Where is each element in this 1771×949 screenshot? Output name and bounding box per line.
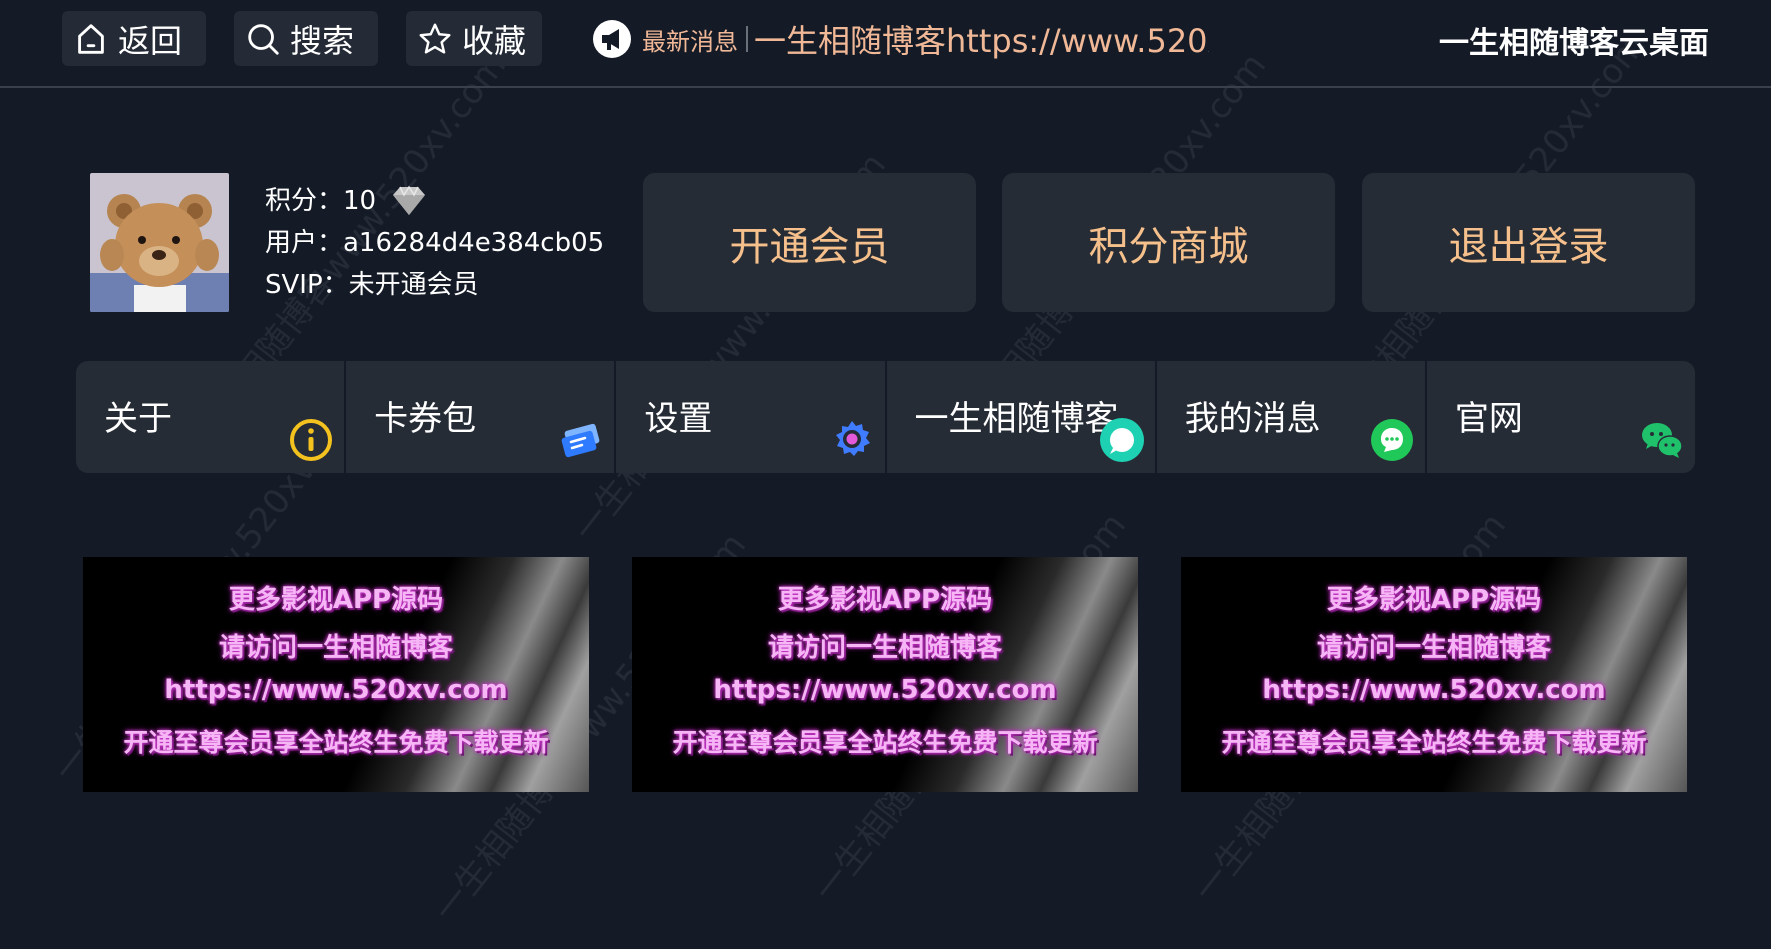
banner-line: 更多影视APP源码 [777, 585, 993, 615]
points-text: 积分：10 [265, 186, 377, 216]
back-button[interactable]: 返回 [62, 11, 206, 66]
banner-line: 开通至尊会员享全站终生免费下载更新 [1221, 728, 1647, 757]
home-icon [78, 23, 104, 54]
user-info: 积分：10 用户：a16284d4e384cb05 SVIP：未开通会员 [265, 180, 604, 306]
app-title: 一生相随博客云桌面 [1439, 26, 1709, 61]
menu-item-label: 关于 [104, 399, 172, 439]
news-text: 一生相随博客https://www.520xv.com [754, 22, 1209, 60]
open-membership-button[interactable]: 开通会员 [643, 173, 976, 312]
banner-line: https://www.520xv.com [713, 675, 1057, 705]
user-id-row: 用户：a16284d4e384cb05 [265, 228, 605, 258]
banner-line: 请访问一生相随博客 [218, 633, 453, 663]
menu-item-website[interactable]: 官网 [1424, 361, 1695, 473]
banner-line: 更多影视APP源码 [228, 585, 444, 615]
news-label: 最新消息 [642, 27, 738, 56]
wechat-icon [1642, 423, 1683, 458]
search-button[interactable]: 搜索 [234, 11, 378, 66]
points-row: 积分：10 [265, 180, 604, 222]
promo-banner[interactable]: 更多影视APP源码 请访问一生相随博客 https://www.520xv.co… [1181, 557, 1687, 792]
gear-icon [835, 421, 870, 456]
chat-bubble-icon [1099, 418, 1144, 462]
top-bar: 返回 搜索 收藏 最新消息 一生相随博客https://www.520xv.co… [0, 0, 1771, 88]
favorite-button[interactable]: 收藏 [406, 11, 542, 66]
points-mall-button[interactable]: 积分商城 [1002, 173, 1335, 312]
message-icon [1370, 419, 1413, 461]
menu-item-label: 一生相随博客 [914, 399, 1119, 439]
diamond-icon [393, 185, 426, 215]
megaphone-icon [593, 20, 631, 58]
banner-line: 更多影视APP源码 [1326, 585, 1542, 615]
menu-item-label: 卡券包 [374, 399, 477, 439]
menu-row: 关于 卡券包 设置 一生相随博客 我的消息 官网 [76, 361, 1695, 473]
favorite-label: 收藏 [462, 21, 527, 60]
menu-item-blog[interactable]: 一生相随博客 [884, 361, 1155, 473]
menu-item-label: 设置 [644, 399, 713, 439]
menu-item-label: 官网 [1454, 399, 1523, 439]
promo-banner[interactable]: 更多影视APP源码 请访问一生相随博客 https://www.520xv.co… [632, 557, 1138, 792]
menu-item-settings[interactable]: 设置 [614, 361, 884, 473]
promo-banner[interactable]: 更多影视APP源码 请访问一生相随博客 https://www.520xv.co… [83, 557, 589, 792]
teddy-bear-avatar-image [90, 173, 229, 312]
menu-item-about[interactable]: 关于 [76, 361, 344, 473]
coupon-icon [561, 423, 600, 458]
screen: 一生相随博客www.520xv.com 一生相随博客www.520xv.com … [0, 0, 1771, 949]
star-icon [419, 23, 451, 54]
svip-row: SVIP：未开通会员 [265, 270, 479, 300]
banner-line: 请访问一生相随博客 [767, 633, 1002, 663]
news-divider [746, 26, 748, 52]
menu-item-label: 我的消息 [1184, 399, 1321, 439]
search-icon [248, 23, 279, 55]
menu-item-messages[interactable]: 我的消息 [1154, 361, 1425, 473]
banner-line: 开通至尊会员享全站终生免费下载更新 [672, 728, 1098, 757]
logout-button[interactable]: 退出登录 [1362, 173, 1695, 312]
banner-line: https://www.520xv.com [1262, 675, 1606, 705]
menu-item-coupons[interactable]: 卡券包 [344, 361, 614, 473]
back-label: 返回 [118, 21, 183, 60]
banner-line: 开通至尊会员享全站终生免费下载更新 [123, 728, 549, 757]
news-ticker[interactable]: 最新消息 一生相随博客https://www.520xv.com [592, 16, 1209, 62]
banner-line: 请访问一生相随博客 [1316, 633, 1551, 663]
banner-line: https://www.520xv.com [164, 675, 508, 705]
search-label: 搜索 [290, 21, 355, 60]
avatar[interactable] [90, 173, 229, 312]
info-icon [290, 419, 333, 461]
